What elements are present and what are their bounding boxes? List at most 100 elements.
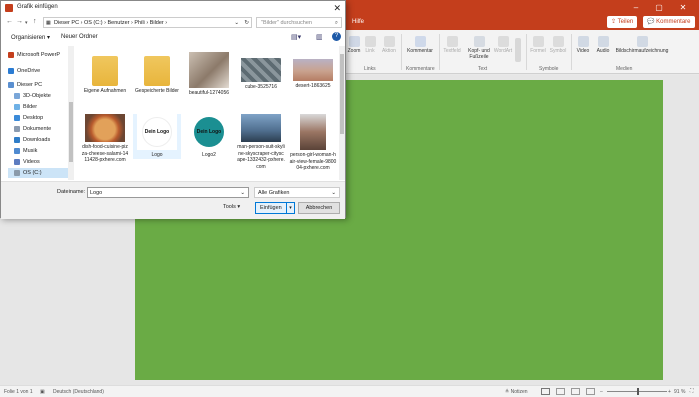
tools-button[interactable]: Tools ▾ xyxy=(223,204,240,210)
audio-button[interactable]: Audio xyxy=(595,36,611,54)
zoom-in-button[interactable]: + xyxy=(668,389,671,395)
comment-icon xyxy=(414,36,426,47)
up-icon[interactable]: ↑ xyxy=(33,18,37,25)
file-name: cube-3525716 xyxy=(245,84,277,90)
search-input[interactable]: "Bilder" durchsuchen ⌕ xyxy=(256,17,342,28)
nav-item-0[interactable]: Microsoft PowerP xyxy=(8,50,60,60)
nav-scrollbar[interactable] xyxy=(68,46,74,180)
chevron-down-icon[interactable]: ⌄ xyxy=(240,188,245,198)
minimize-button[interactable]: – xyxy=(628,2,644,14)
textbox-button[interactable]: Textfeld xyxy=(442,36,462,54)
forward-icon[interactable]: → xyxy=(16,18,23,25)
breadcrumb[interactable]: ▦ Dieser PC › OS (C:) › Benutzer › Phili… xyxy=(43,17,252,28)
image-thumbnail xyxy=(300,114,326,150)
normal-view-icon[interactable] xyxy=(541,388,550,395)
file-item[interactable]: Dein Logo Logo xyxy=(133,114,181,159)
insert-label: Einfügen xyxy=(260,205,282,211)
maximize-button[interactable]: ▢ xyxy=(651,2,667,14)
nav-scroll-thumb[interactable] xyxy=(69,102,73,162)
files-scrollbar[interactable] xyxy=(339,46,345,180)
zoom-level[interactable]: 91 % xyxy=(674,389,685,395)
pi-icon xyxy=(532,36,544,47)
folder-item[interactable]: Gespeicherte Bilder xyxy=(133,52,181,95)
insert-dropdown-icon[interactable]: ▾ xyxy=(286,203,294,213)
back-icon[interactable]: ← xyxy=(6,18,13,25)
group-links: Links xyxy=(364,66,376,72)
folder-item[interactable]: Eigene Aufnahmen xyxy=(81,52,129,95)
drive-icon xyxy=(14,169,20,176)
refresh-icon[interactable]: ↻ xyxy=(244,18,249,28)
file-item[interactable]: cube-3525716 xyxy=(237,52,285,91)
symbol-button[interactable]: Symbol xyxy=(549,36,567,54)
file-item[interactable]: dish-food-cuisine-pizza-cheese-salami-14… xyxy=(81,114,129,164)
breadcrumb-this-pc[interactable]: Dieser PC xyxy=(54,20,79,26)
text-options-icons[interactable] xyxy=(514,38,522,63)
breadcrumb-users[interactable]: Benutzer xyxy=(107,20,129,26)
file-item[interactable]: beautiful-1274056 xyxy=(185,52,233,97)
nav-item-8[interactable]: Musik xyxy=(8,146,37,156)
close-window-button[interactable]: ✕ xyxy=(675,2,691,14)
link-button[interactable]: Link xyxy=(363,36,377,54)
share-button[interactable]: ⇪ Teilen xyxy=(607,16,638,28)
logo-thumbnail: Dein Logo xyxy=(189,114,229,150)
cancel-button[interactable]: Abbrechen xyxy=(298,202,340,214)
video-button[interactable]: Video xyxy=(575,36,591,54)
path-dropdown-icon[interactable]: ⌄ xyxy=(234,18,239,28)
notes-button[interactable]: ≜ Notizen xyxy=(505,389,528,395)
wordart-button[interactable]: WordArt xyxy=(493,36,513,54)
recent-locations-icon[interactable]: ▾ xyxy=(25,20,28,26)
breadcrumb-drive[interactable]: OS (C:) xyxy=(84,20,103,26)
nav-item-6[interactable]: Dokumente xyxy=(8,124,51,134)
comments-button[interactable]: 💬 Kommentare xyxy=(643,16,695,28)
divider xyxy=(526,34,527,70)
nav-item-7[interactable]: Downloads xyxy=(8,135,50,145)
dialog-title: Grafik einfügen xyxy=(17,4,58,10)
slideshow-icon[interactable] xyxy=(586,388,595,395)
header-footer-button[interactable]: Kopf- und Fußzeile xyxy=(466,36,492,60)
proofing-icon[interactable]: ▣ xyxy=(40,389,45,395)
nav-item-9[interactable]: Videos xyxy=(8,157,40,167)
image-thumbnail xyxy=(241,114,281,142)
zoom-slider-thumb[interactable] xyxy=(637,388,639,395)
insert-button[interactable]: Einfügen ▾ xyxy=(255,202,295,214)
file-name: desert-1863625 xyxy=(295,83,331,89)
fit-slide-icon[interactable]: ⛶ xyxy=(690,388,694,394)
text-tools-icon xyxy=(515,38,521,62)
language-status[interactable]: Deutsch (Deutschland) xyxy=(53,389,104,395)
search-icon[interactable]: ⌕ xyxy=(335,18,338,28)
reading-view-icon[interactable] xyxy=(571,388,580,395)
nav-item-1[interactable]: OneDrive xyxy=(8,66,40,76)
nav-item-2[interactable]: Dieser PC xyxy=(8,80,42,90)
zoom-button[interactable]: Zoom xyxy=(347,36,361,54)
nav-item-label: Dokumente xyxy=(23,126,52,132)
file-item[interactable]: desert-1863625 xyxy=(289,52,337,90)
screen-recording-button[interactable]: Bildschirmaufzeichnung xyxy=(614,36,670,54)
new-folder-button[interactable]: Neuer Ordner xyxy=(61,34,98,40)
video-icon xyxy=(577,36,589,47)
breadcrumb-user[interactable]: Phili xyxy=(134,20,144,26)
nav-item-3[interactable]: 3D-Objekte xyxy=(8,91,51,101)
file-item[interactable]: man-person-suit-skyline-skyscraper-citys… xyxy=(237,114,285,170)
file-item[interactable]: person-girl-woman-hair-view-female-98000… xyxy=(289,114,337,172)
slide-sorter-icon[interactable] xyxy=(556,388,565,395)
nav-item-5[interactable]: Desktop xyxy=(8,113,43,123)
powerpoint-icon xyxy=(5,4,13,12)
preview-pane-icon[interactable]: ▥ xyxy=(316,33,323,41)
files-scroll-thumb[interactable] xyxy=(340,54,344,134)
file-item[interactable]: Dein Logo Logo2 xyxy=(185,114,233,159)
equation-button[interactable]: Formel xyxy=(529,36,547,54)
action-button[interactable]: Aktion xyxy=(380,36,398,54)
help-icon[interactable]: ? xyxy=(332,32,341,41)
breadcrumb-pictures[interactable]: Bilder xyxy=(150,20,164,26)
close-icon[interactable]: ✕ xyxy=(333,3,341,14)
tab-help[interactable]: Hilfe xyxy=(352,19,364,25)
zoom-out-button[interactable]: – xyxy=(600,389,603,395)
comment-button[interactable]: Kommentar xyxy=(404,36,436,54)
organize-button[interactable]: Organisieren ▾ xyxy=(11,34,50,41)
link-icon xyxy=(364,36,376,47)
view-options-icon[interactable]: ▤▾ xyxy=(291,33,301,41)
filename-field[interactable]: Logo ⌄ xyxy=(87,187,249,198)
nav-item-4[interactable]: Bilder xyxy=(8,102,37,112)
filetype-select[interactable]: Alle Grafiken ⌄ xyxy=(254,187,340,198)
nav-item-10[interactable]: OS (C:) xyxy=(8,168,72,178)
